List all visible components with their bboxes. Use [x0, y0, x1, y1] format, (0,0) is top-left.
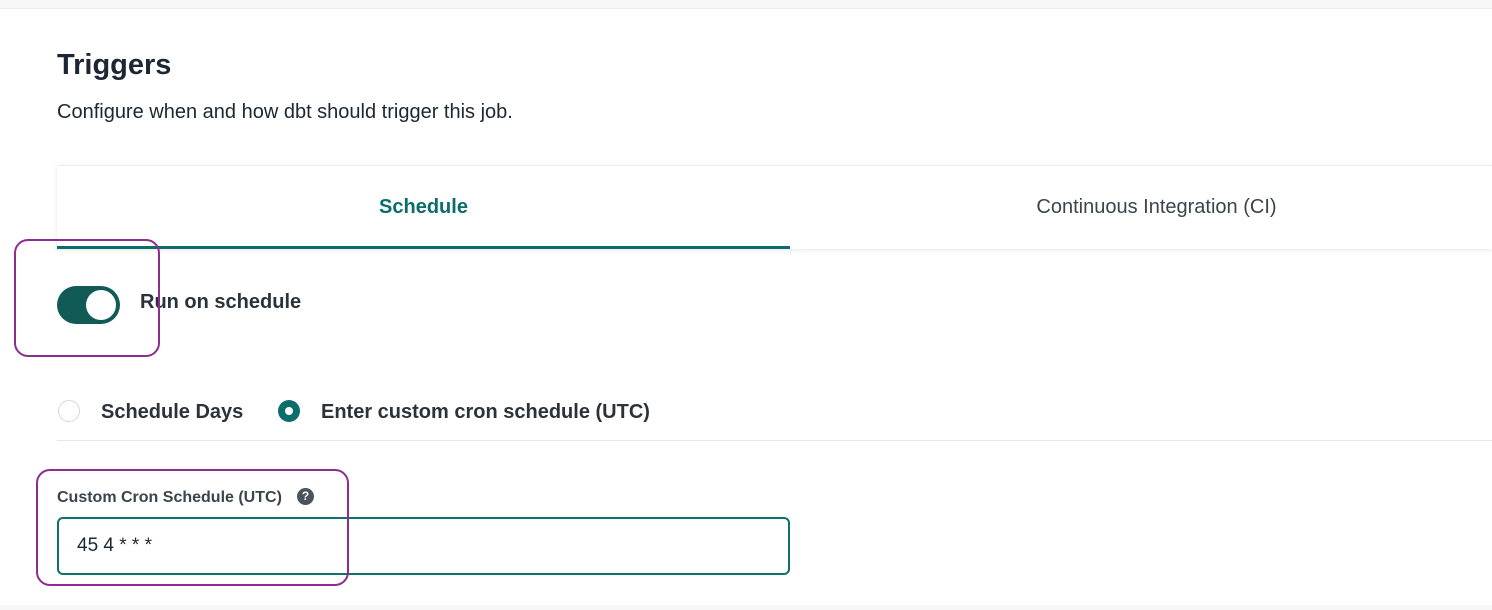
tab-continuous-integration[interactable]: Continuous Integration (CI) [790, 166, 1492, 249]
tab-schedule[interactable]: Schedule [57, 166, 790, 249]
run-on-schedule-toggle[interactable] [57, 286, 120, 324]
question-circle-icon[interactable]: ? [297, 488, 314, 505]
cron-schedule-input[interactable] [57, 517, 790, 575]
page-subtitle: Configure when and how dbt should trigge… [57, 101, 513, 123]
trigger-tabs: Schedule Continuous Integration (CI) [57, 165, 1492, 249]
cron-field-label: Custom Cron Schedule (UTC) [57, 489, 282, 506]
radio-selected-dot [285, 407, 293, 415]
page-title: Triggers [57, 49, 172, 81]
divider [57, 440, 1492, 441]
schedule-days-label[interactable]: Schedule Days [101, 398, 243, 426]
custom-cron-radio[interactable] [278, 400, 300, 422]
custom-cron-label[interactable]: Enter custom cron schedule (UTC) [321, 398, 650, 426]
run-on-schedule-label: Run on schedule [140, 291, 302, 313]
toggle-knob [86, 290, 116, 320]
schedule-days-radio[interactable] [58, 400, 80, 422]
